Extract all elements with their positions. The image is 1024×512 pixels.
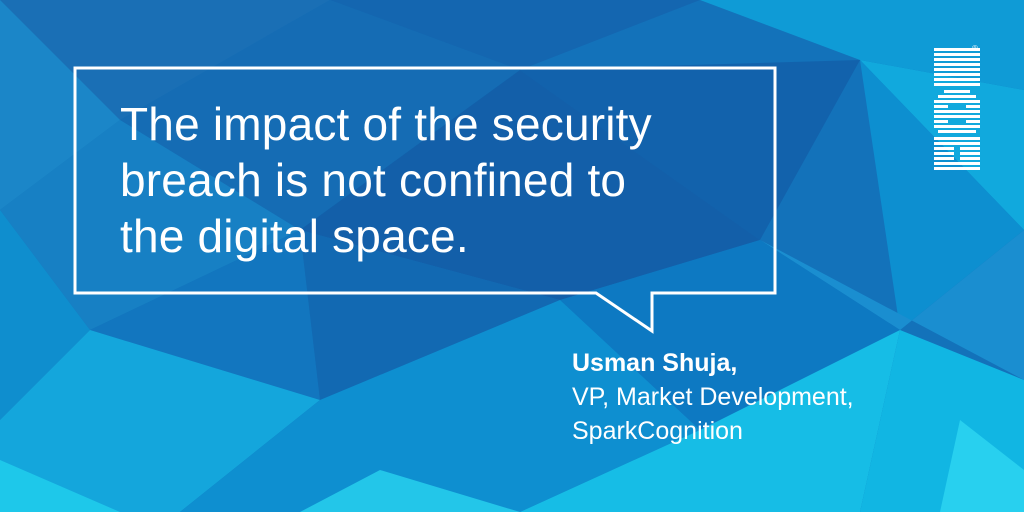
registered-mark: ®: [972, 44, 978, 53]
speaker-title: VP, Market Development,: [572, 383, 854, 411]
attribution: Usman Shuja, VP, Market Development, Spa…: [572, 346, 854, 448]
quote-line: the digital space.: [120, 210, 469, 262]
speaker-company: SparkCognition: [572, 417, 743, 445]
quote-line: The impact of the security: [120, 98, 652, 150]
speaker-name: Usman Shuja,: [572, 349, 738, 377]
ibm-logo-icon: [934, 48, 980, 170]
quote-line: breach is not confined to: [120, 154, 627, 206]
quote-card: The impact of the security breach is not…: [0, 0, 1024, 512]
quote-text: The impact of the security breach is not…: [120, 96, 740, 264]
